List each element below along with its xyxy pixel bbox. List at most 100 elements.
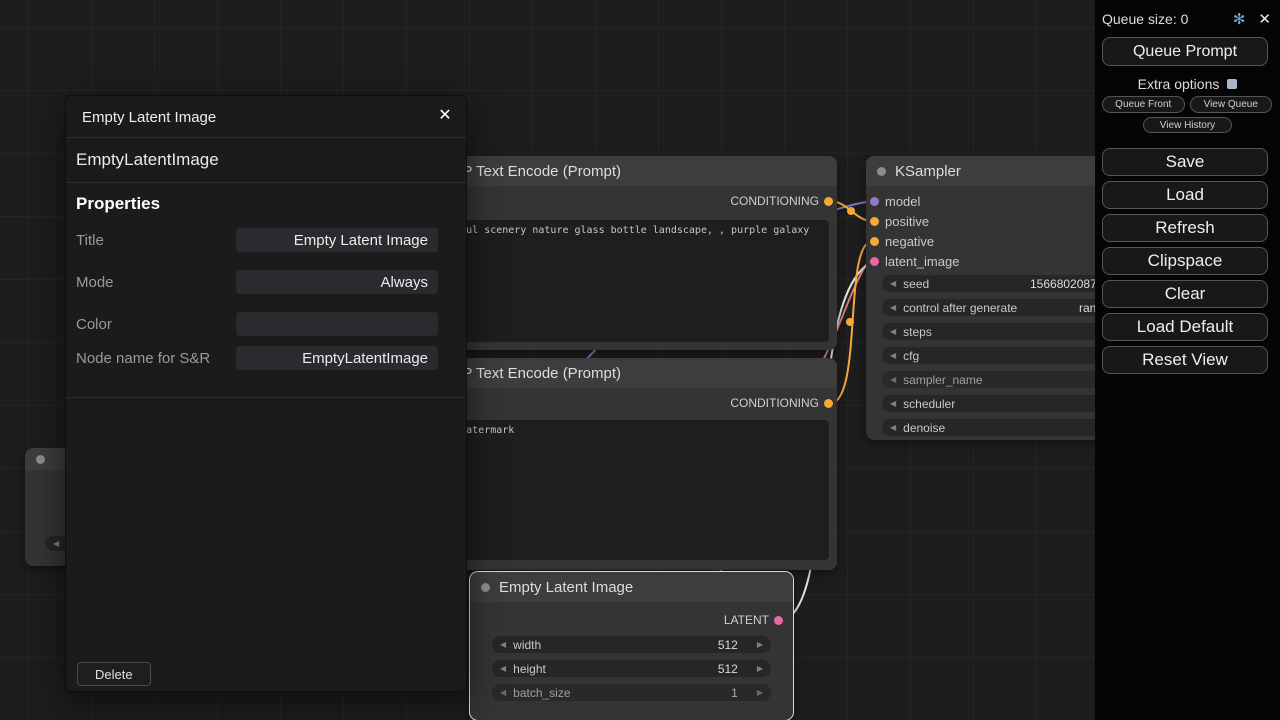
save-button[interactable]: Save	[1102, 148, 1268, 176]
increment-arrow-icon[interactable]: ▶	[757, 640, 763, 649]
view-queue-button[interactable]: View Queue	[1190, 96, 1273, 113]
mode-select[interactable]: Always	[236, 270, 438, 294]
widget-label: sampler_name	[903, 373, 982, 387]
widget-value: 512	[718, 638, 738, 652]
control-after-generate-widget[interactable]: ◀ control after generate rand	[882, 299, 1126, 316]
conditioning-output-dot[interactable]	[824, 197, 833, 206]
divider	[66, 137, 466, 138]
property-row-node-name: Node name for S&R EmptyLatentImage	[76, 346, 438, 370]
input-label: positive	[885, 214, 929, 229]
node-type-label: EmptyLatentImage	[76, 150, 219, 170]
extra-options-row: Extra options	[1095, 76, 1280, 92]
cfg-widget[interactable]: ◀ cfg	[882, 347, 1126, 364]
conditioning-output-dot[interactable]	[824, 399, 833, 408]
extra-options-checkbox[interactable]	[1227, 79, 1237, 89]
comfy-menu: Queue size: 0 ✻ ✕ Queue Prompt Extra opt…	[1095, 0, 1280, 720]
widget-value: 512	[718, 662, 738, 676]
clipspace-button[interactable]: Clipspace	[1102, 247, 1268, 275]
latent-output-dot[interactable]	[774, 616, 783, 625]
positive-input-dot[interactable]	[870, 217, 879, 226]
decrement-arrow-icon[interactable]: ◀	[890, 399, 896, 408]
model-input-dot[interactable]	[870, 197, 879, 206]
widget-label: seed	[903, 277, 929, 291]
steps-widget[interactable]: ◀ steps	[882, 323, 1126, 340]
decrement-arrow-icon[interactable]: ◀	[890, 327, 896, 336]
widget-label: scheduler	[903, 397, 955, 411]
increment-arrow-icon[interactable]: ▶	[757, 688, 763, 697]
color-input[interactable]	[236, 312, 438, 336]
load-default-button[interactable]: Load Default	[1102, 313, 1268, 341]
decrement-arrow-icon[interactable]: ◀	[890, 351, 896, 360]
node-title-bar[interactable]: Empty Latent Image	[470, 572, 793, 602]
height-widget[interactable]: ◀ height 512 ▶	[492, 660, 771, 677]
node-name-input[interactable]: EmptyLatentImage	[236, 346, 438, 370]
close-icon[interactable]: ✕	[430, 100, 460, 130]
queue-front-button[interactable]: Queue Front	[1102, 96, 1185, 113]
refresh-button[interactable]: Refresh	[1102, 214, 1268, 242]
width-widget[interactable]: ◀ width 512 ▶	[492, 636, 771, 653]
sampler-name-widget[interactable]: ◀ sampler_name	[882, 371, 1126, 388]
collapse-dot-icon[interactable]	[877, 167, 886, 176]
widget-label: control after generate	[903, 301, 1017, 315]
decrement-arrow-icon[interactable]: ◀	[500, 664, 506, 673]
reset-view-button[interactable]: Reset View	[1102, 346, 1268, 374]
decrement-arrow-icon[interactable]: ◀	[890, 423, 896, 432]
link-midpoint-dot	[847, 207, 855, 215]
property-row-mode: Mode Always	[76, 270, 438, 294]
negative-input-dot[interactable]	[870, 237, 879, 246]
increment-arrow-icon[interactable]: ▶	[757, 664, 763, 673]
input-label: latent_image	[885, 254, 959, 269]
decrement-arrow-icon[interactable]: ◀	[500, 688, 506, 697]
queue-prompt-button[interactable]: Queue Prompt	[1102, 37, 1268, 66]
settings-gear-icon[interactable]: ✻	[1233, 10, 1246, 28]
prompt-textarea[interactable]: text, watermark	[418, 420, 829, 560]
node-properties-dialog: Empty Latent Image ✕ EmptyLatentImage Pr…	[65, 95, 467, 692]
link-midpoint-dot	[846, 318, 854, 326]
decrement-arrow-icon[interactable]: ◀	[890, 375, 896, 384]
widget-label: denoise	[903, 421, 945, 435]
close-icon[interactable]: ✕	[1258, 10, 1271, 28]
denoise-widget[interactable]: ◀ denoise	[882, 419, 1126, 436]
decrement-arrow-icon[interactable]: ◀	[890, 303, 896, 312]
queue-size-label: Queue size: 0	[1102, 11, 1188, 27]
property-label: Color	[76, 316, 112, 333]
property-label: Title	[76, 232, 104, 249]
node-title-bar[interactable]: CLIP Text Encode (Prompt)	[410, 156, 837, 186]
output-label: LATENT	[724, 613, 769, 627]
widget-label: batch_size	[513, 686, 570, 700]
title-input[interactable]: Empty Latent Image	[236, 228, 438, 252]
divider	[66, 397, 466, 398]
collapse-dot-icon[interactable]	[36, 455, 45, 464]
view-history-button[interactable]: View History	[1143, 117, 1232, 133]
widget-value: 1566802087	[1030, 277, 1097, 291]
prompt-textarea[interactable]: beautiful scenery nature glass bottle la…	[418, 220, 829, 342]
latent-input-dot[interactable]	[870, 257, 879, 266]
widget-label: steps	[903, 325, 932, 339]
node-empty-latent-image[interactable]: Empty Latent Image LATENT ◀ width 512 ▶ …	[470, 572, 793, 720]
output-slot-conditioning: CONDITIONING	[410, 186, 837, 216]
delete-button[interactable]: Delete	[77, 662, 151, 686]
batch-size-widget[interactable]: ◀ batch_size 1 ▶	[492, 684, 771, 701]
node-editor-canvas[interactable]: ◀ CLIP Text Encode (Prompt) CONDITIONING…	[0, 0, 1280, 720]
widget-label: width	[513, 638, 541, 652]
output-label: CONDITIONING	[730, 396, 819, 410]
decrement-arrow-icon[interactable]: ◀	[500, 640, 506, 649]
divider	[66, 182, 466, 183]
node-title: Empty Latent Image	[499, 579, 633, 596]
node-clip-text-encode-positive[interactable]: CLIP Text Encode (Prompt) CONDITIONING b…	[410, 156, 837, 350]
node-title-bar[interactable]: CLIP Text Encode (Prompt)	[410, 358, 837, 388]
decrement-arrow-icon[interactable]: ◀	[890, 279, 896, 288]
clear-button[interactable]: Clear	[1102, 280, 1268, 308]
dialog-title: Empty Latent Image	[82, 99, 216, 135]
property-label: Mode	[76, 274, 114, 291]
decrement-arrow-icon[interactable]: ◀	[53, 539, 59, 548]
output-slot-latent: LATENT	[470, 608, 793, 632]
load-button[interactable]: Load	[1102, 181, 1268, 209]
collapse-dot-icon[interactable]	[481, 583, 490, 592]
scheduler-widget[interactable]: ◀ scheduler	[882, 395, 1126, 412]
property-row-color: Color	[76, 312, 438, 336]
extra-options-label: Extra options	[1138, 76, 1220, 92]
property-row-title: Title Empty Latent Image	[76, 228, 438, 252]
seed-widget[interactable]: ◀ seed 1566802087	[882, 275, 1126, 292]
node-clip-text-encode-negative[interactable]: CLIP Text Encode (Prompt) CONDITIONING t…	[410, 358, 837, 570]
